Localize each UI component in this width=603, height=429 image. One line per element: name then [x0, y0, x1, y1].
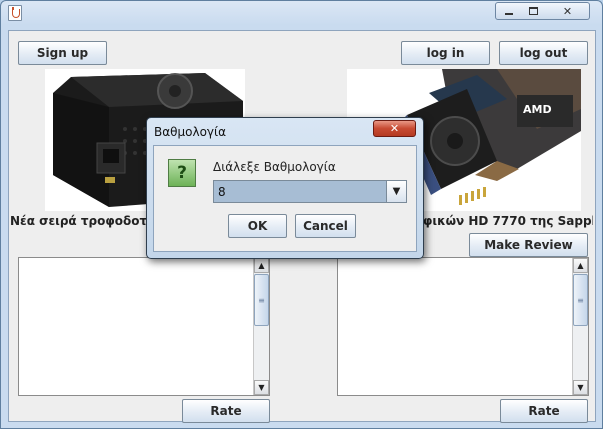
minimize-icon [504, 12, 513, 15]
rate-button-left[interactable]: Rate [182, 399, 270, 423]
close-icon: ✕ [389, 122, 400, 135]
dialog-close-button[interactable]: ✕ [373, 120, 416, 137]
rating-selected-value: 8 [218, 185, 226, 199]
product-caption: Νέα σειρά τροφοδοτικών [10, 214, 150, 228]
title-bar[interactable]: ✕ [1, 1, 602, 27]
cancel-button[interactable]: Cancel [295, 214, 356, 238]
maximize-icon [529, 7, 538, 15]
svg-text:AMD: AMD [523, 103, 552, 116]
close-button[interactable]: ✕ [546, 2, 590, 20]
scroll-thumb[interactable]: ≡ [254, 274, 269, 326]
rating-dropdown[interactable]: 8 ▼ [213, 180, 407, 203]
dialog-title: Βαθμολογία [154, 125, 226, 139]
rating-dialog: Βαθμολογία ✕ ? Διάλεξε Βαθμολογία 8 ▼ OK… [146, 117, 424, 259]
scroll-down-icon[interactable]: ▼ [254, 380, 269, 395]
make-review-button[interactable]: Make Review [469, 233, 588, 257]
scroll-thumb[interactable]: ≡ [573, 274, 588, 326]
question-icon: ? [168, 159, 196, 187]
dialog-message: Διάλεξε Βαθμολογία [213, 160, 336, 174]
scroll-down-icon[interactable]: ▼ [573, 380, 588, 395]
minimize-button[interactable] [495, 2, 522, 20]
maximize-button[interactable] [521, 2, 547, 20]
sign-up-button[interactable]: Sign up [18, 41, 107, 65]
close-icon: ✕ [562, 4, 573, 18]
log-out-button[interactable]: log out [499, 41, 588, 65]
log-in-button[interactable]: log in [401, 41, 490, 65]
scroll-up-icon[interactable]: ▲ [254, 258, 269, 273]
java-cup-icon [8, 5, 22, 21]
scroll-up-icon[interactable]: ▲ [573, 258, 588, 273]
product-caption: φικών HD 7770 της Sapphire [423, 214, 593, 228]
ok-button[interactable]: OK [228, 214, 287, 238]
review-text-area-right[interactable]: ▲ ≡ ▼ [337, 257, 589, 396]
vertical-scrollbar[interactable]: ▲ ≡ ▼ [572, 258, 588, 395]
chevron-down-icon[interactable]: ▼ [386, 181, 406, 202]
review-text-area-left[interactable]: ▲ ≡ ▼ [18, 257, 270, 396]
dialog-body: ? Διάλεξε Βαθμολογία 8 ▼ OK Cancel [153, 145, 417, 252]
rate-button-right[interactable]: Rate [500, 399, 588, 423]
app-window: ✕ Sign up log in log out Νέα σειρά τροφο… [0, 0, 603, 429]
vertical-scrollbar[interactable]: ▲ ≡ ▼ [253, 258, 269, 395]
